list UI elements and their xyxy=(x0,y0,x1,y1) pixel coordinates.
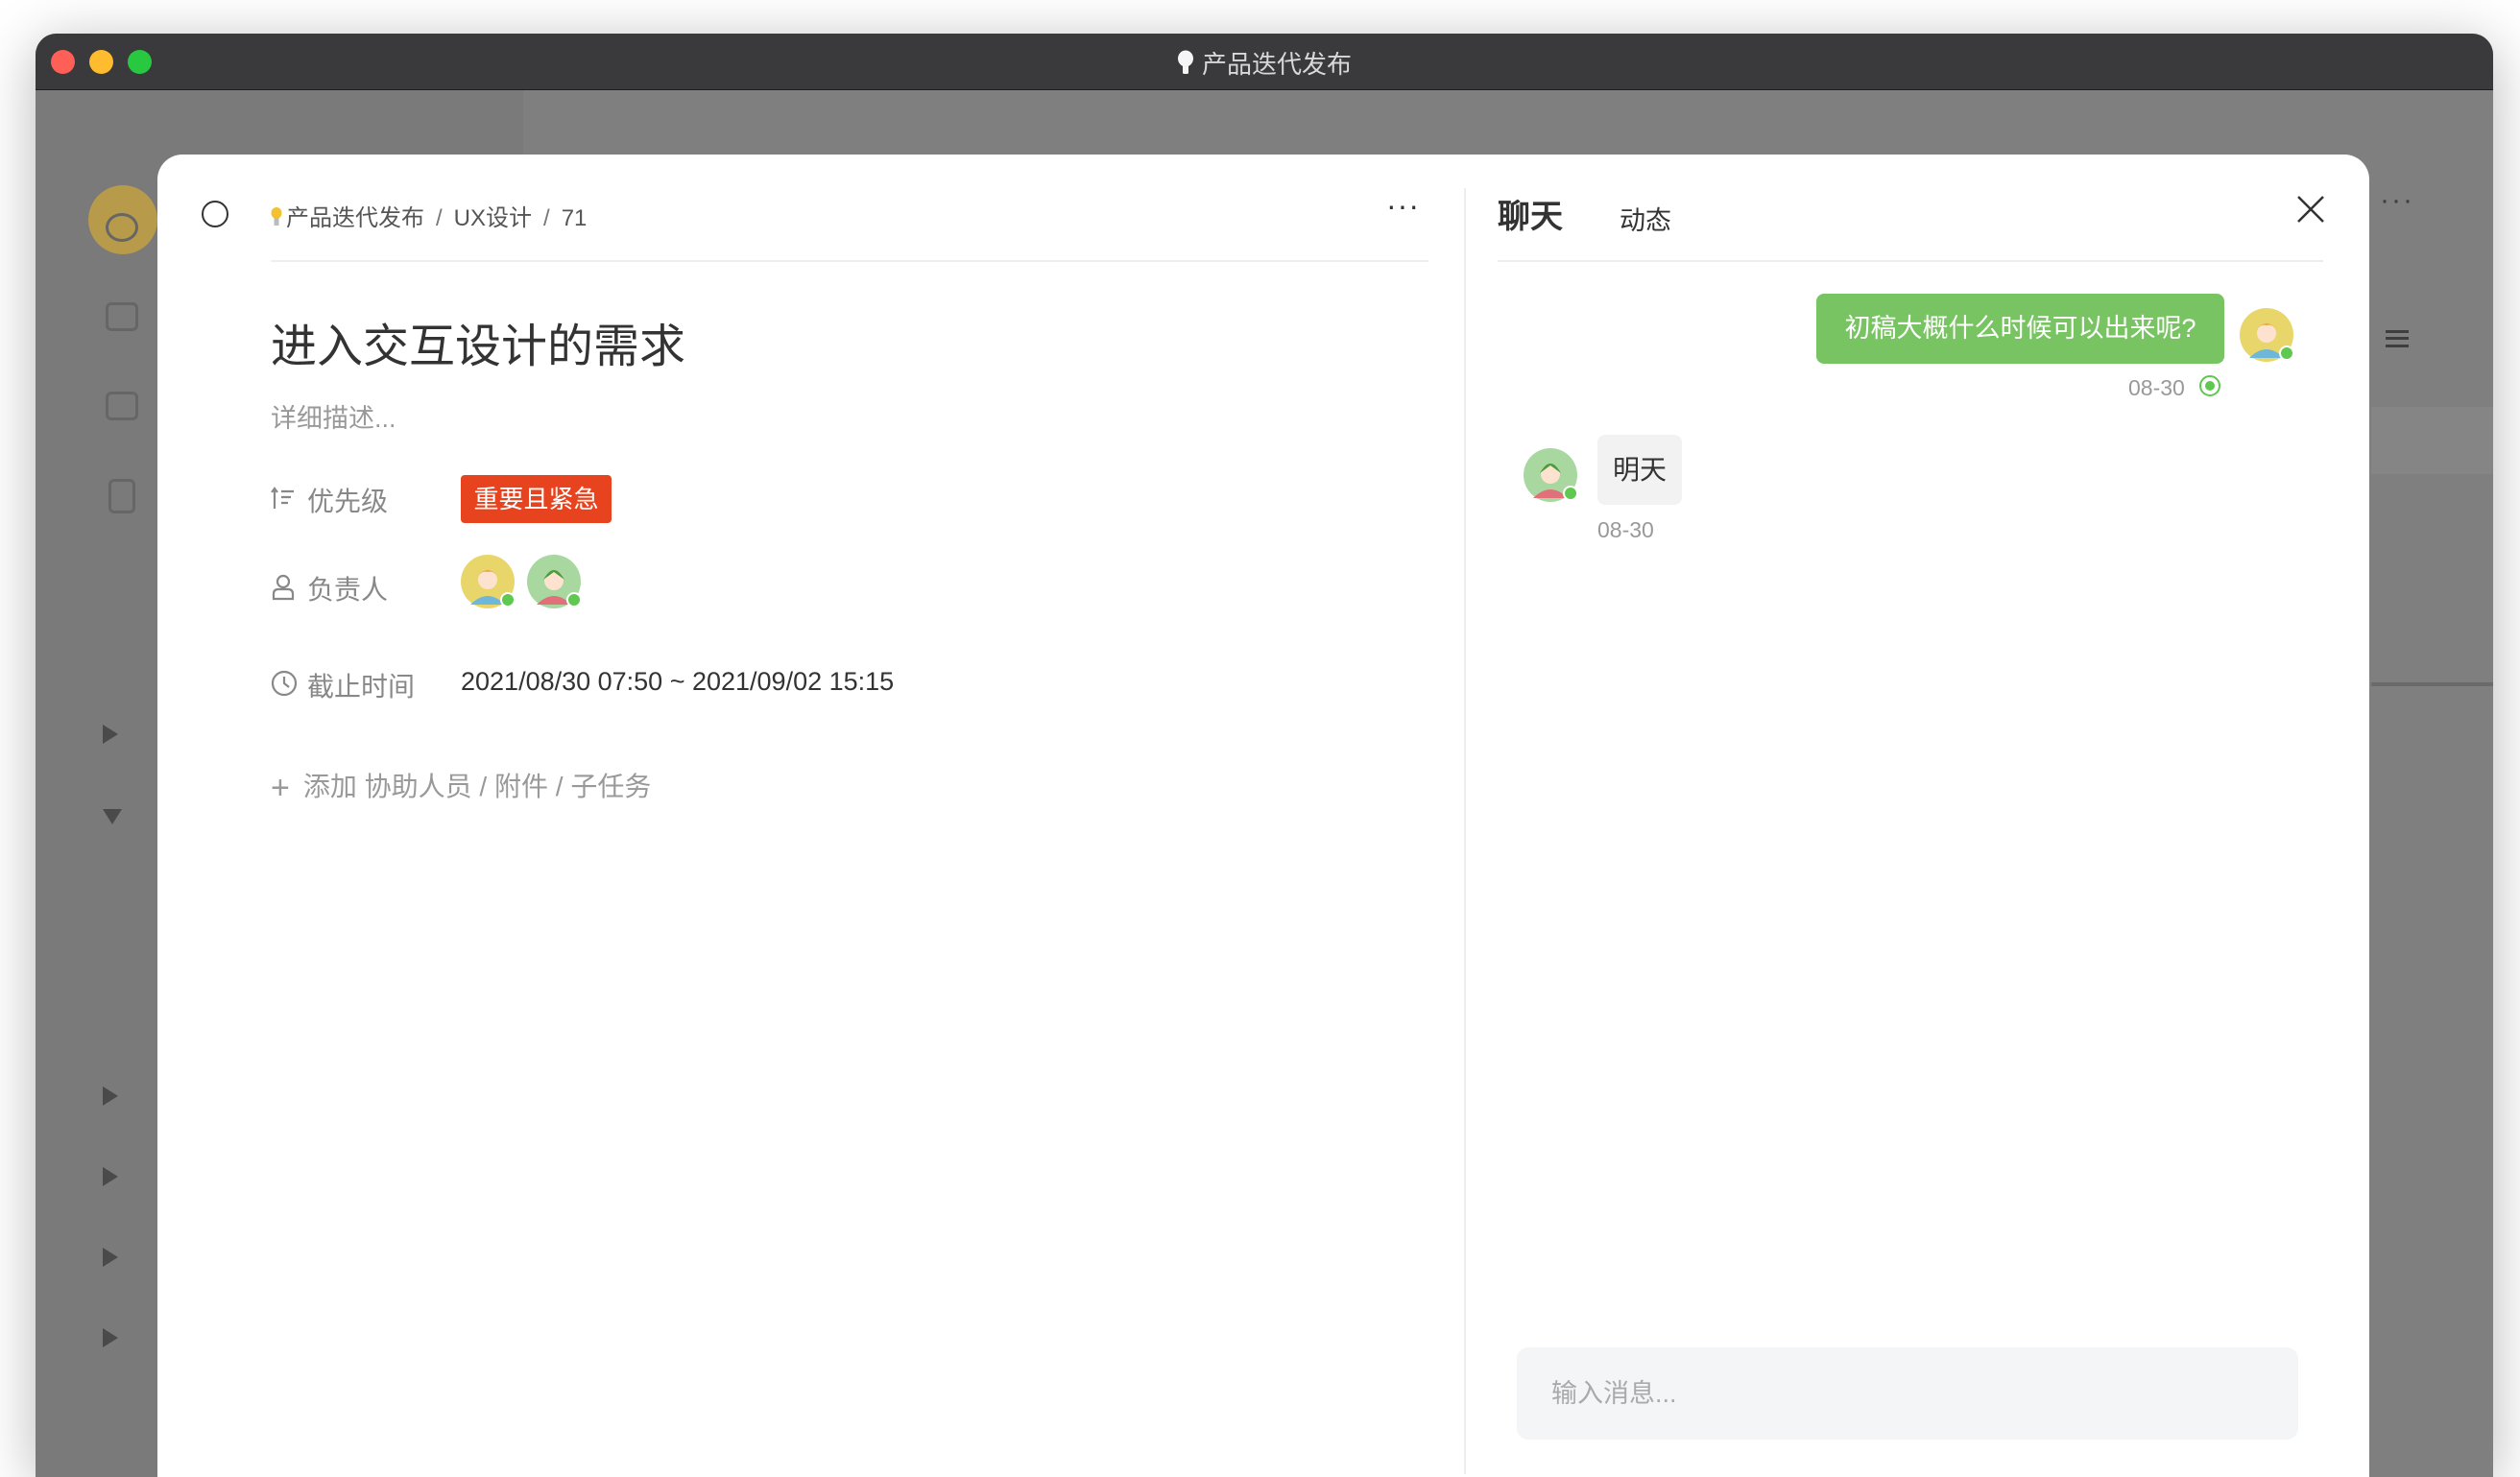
breadcrumb-section[interactable]: UX设计 xyxy=(454,205,532,231)
message-time: 08-30 xyxy=(2128,375,2185,400)
background-dashboard-icon xyxy=(106,213,138,242)
my-avatar xyxy=(2240,308,2294,362)
task-detail-modal: 产品迭代发布 / UX设计/71 ··· 进入交互设计的需求 详细描述... 优先级… xyxy=(157,155,2369,1477)
breadcrumb-task-number: 71 xyxy=(561,205,588,231)
background-divider xyxy=(2371,682,2493,686)
add-label: 添加 协助人员 / 附件 / 子任务 xyxy=(302,772,652,801)
breadcrumb: 产品迭代发布 / UX设计/71 xyxy=(271,199,587,232)
background-menu-icon xyxy=(2386,330,2409,347)
title-bar: 产品迭代发布 xyxy=(36,34,2493,90)
divider xyxy=(1498,260,2323,262)
background-collapse-icon xyxy=(103,809,122,824)
read-status-icon xyxy=(2199,375,2220,396)
message-input[interactable] xyxy=(1517,1347,2298,1440)
background-expand-icon xyxy=(103,1328,118,1347)
pane-divider xyxy=(1464,188,1466,1474)
background-row xyxy=(2371,407,2493,474)
more-options-icon[interactable]: ··· xyxy=(1386,188,1420,224)
assignee-label: 负责人 xyxy=(307,575,389,605)
lightbulb-icon xyxy=(271,207,282,226)
tab-chat[interactable]: 聊天 xyxy=(1498,190,1563,237)
assignee-avatar[interactable] xyxy=(461,555,516,608)
breadcrumb-project[interactable]: 产品迭代发布 xyxy=(286,205,424,231)
lightbulb-icon xyxy=(1177,50,1193,74)
priority-icon xyxy=(271,487,294,509)
add-collaborators-attachments-subtasks[interactable]: + 添加 协助人员 / 附件 / 子任务 xyxy=(271,766,651,807)
background-expand-icon xyxy=(103,725,118,744)
close-icon[interactable] xyxy=(2294,193,2327,226)
app-window: 产品迭代发布 ··· 产品迭代发布 / UX设计/71 ··· 进入交互设计的需… xyxy=(36,34,2493,1477)
background-chat-icon xyxy=(106,392,138,420)
online-status-dot xyxy=(2279,345,2294,361)
message-time: 08-30 xyxy=(1597,517,1654,542)
background-expand-icon xyxy=(103,1086,118,1106)
background-expand-icon xyxy=(103,1167,118,1186)
outgoing-message-bubble[interactable]: 初稿大概什么时候可以出来呢? xyxy=(1816,294,2224,364)
sender-avatar[interactable] xyxy=(1524,448,1578,502)
online-status-dot xyxy=(1563,486,1578,501)
online-status-dot xyxy=(500,592,516,607)
deadline-value[interactable]: 2021/08/30 07:50 ~ 2021/09/02 15:15 xyxy=(461,667,894,697)
complete-task-checkbox[interactable] xyxy=(202,201,228,227)
background-more-icon: ··· xyxy=(2380,184,2414,216)
assignee-avatar[interactable] xyxy=(527,555,582,608)
priority-badge[interactable]: 重要且紧急 xyxy=(461,475,612,523)
background-file-icon xyxy=(108,479,135,513)
task-title[interactable]: 进入交互设计的需求 xyxy=(271,308,685,375)
plus-icon: + xyxy=(271,770,290,806)
incoming-message-bubble[interactable]: 明天 xyxy=(1597,435,1682,505)
description-field[interactable]: 详细描述... xyxy=(271,397,396,435)
tab-activity[interactable]: 动态 xyxy=(1620,200,1671,237)
deadline-label: 截止时间 xyxy=(307,672,416,702)
online-status-dot xyxy=(566,592,582,607)
window-title: 产品迭代发布 xyxy=(36,45,2493,81)
person-icon xyxy=(272,574,295,601)
clock-icon xyxy=(271,670,298,697)
background-calendar-icon xyxy=(106,302,138,331)
background-expand-icon xyxy=(103,1248,118,1267)
priority-label: 优先级 xyxy=(307,487,389,516)
window-title-text: 产品迭代发布 xyxy=(1201,50,1352,79)
divider xyxy=(271,260,1428,262)
